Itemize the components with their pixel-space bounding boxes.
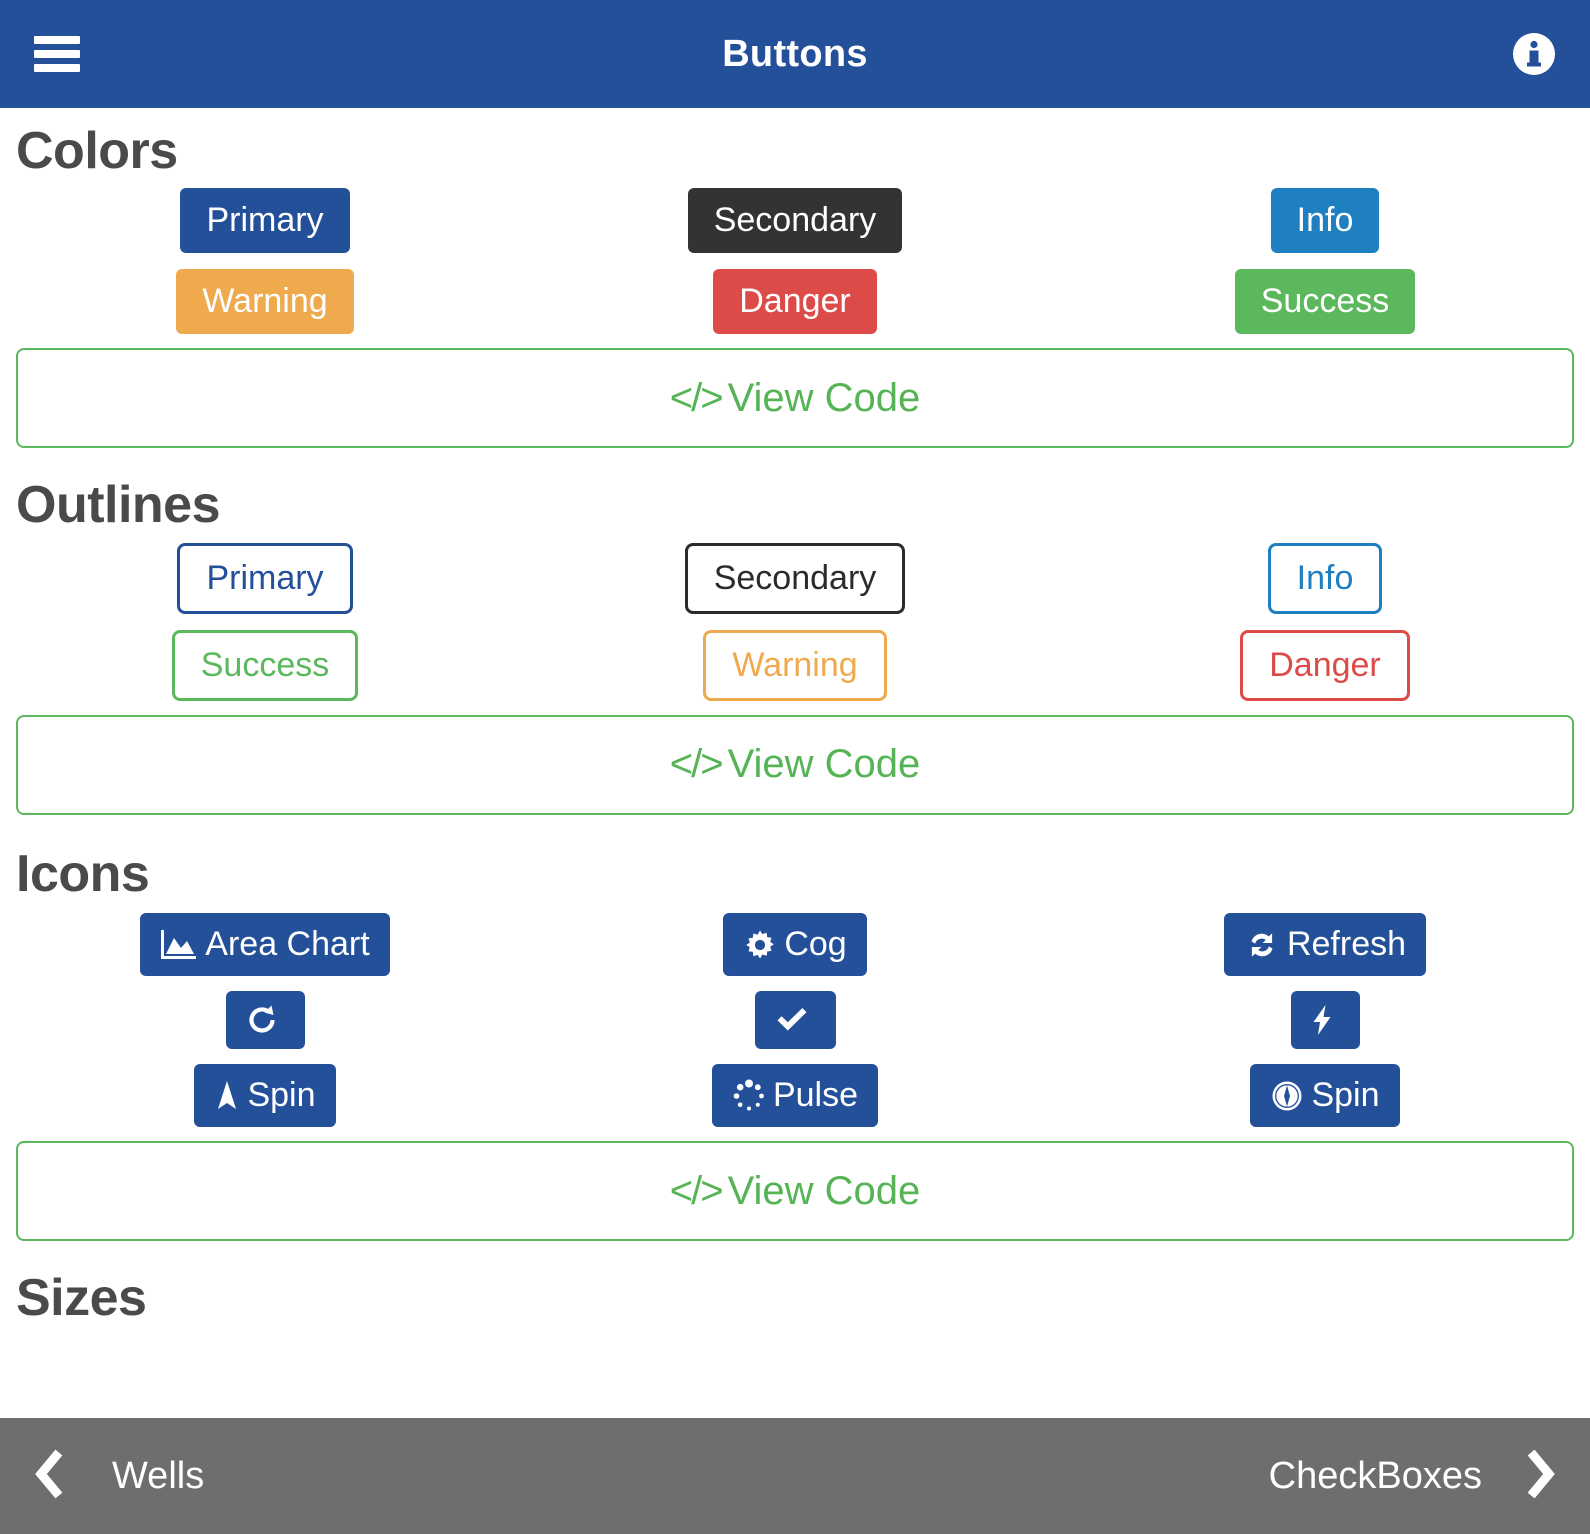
icon-button-redo[interactable] <box>225 991 305 1050</box>
cog-icon <box>743 928 777 962</box>
icons-row-1: Area Chart Cog Refresh <box>0 913 1590 977</box>
outlines-row-1: Primary Secondary Info <box>0 542 1590 614</box>
icon-button-label: Refresh <box>1286 925 1407 964</box>
colors-row-2: Warning Danger Success <box>0 269 1590 335</box>
info-circle-icon[interactable] <box>1512 32 1556 76</box>
check-icon <box>774 1003 810 1037</box>
btn-cell: Spin <box>1060 1064 1590 1128</box>
btn-cell: Pulse <box>530 1064 1060 1128</box>
outline-button-primary[interactable]: Primary <box>177 542 353 614</box>
view-code-label: View Code <box>727 742 921 787</box>
area-chart-icon <box>160 928 198 962</box>
btn-cell: Info <box>1060 188 1590 254</box>
hamburger-menu-icon[interactable] <box>34 34 80 74</box>
refresh-icon <box>1244 928 1280 962</box>
btn-cell: Success <box>0 629 530 701</box>
btn-cell: Success <box>1060 269 1590 335</box>
icon-button-area-chart[interactable]: Area Chart <box>140 913 390 977</box>
icon-button-bolt[interactable] <box>1290 991 1360 1050</box>
code-icon: </> <box>669 1168 724 1213</box>
btn-cell: Refresh <box>1060 913 1590 977</box>
page-content: Colors Primary Secondary Info Warning Da… <box>0 108 1590 1328</box>
outline-button-secondary[interactable]: Secondary <box>684 542 906 614</box>
btn-cell: Info <box>1060 542 1590 614</box>
view-code-button-colors[interactable]: </> View Code <box>16 348 1574 449</box>
spinner-dots-icon <box>732 1079 766 1113</box>
btn-cell: Primary <box>0 542 530 614</box>
bottom-navigation-bar: Wells CheckBoxes <box>0 1418 1590 1534</box>
btn-cell: Warning <box>530 629 1060 701</box>
colors-row-1: Primary Secondary Info <box>0 188 1590 254</box>
prev-page-button[interactable]: Wells <box>28 1446 204 1507</box>
section-title-colors: Colors <box>16 122 178 180</box>
chevron-left-icon <box>28 1446 68 1507</box>
next-page-label: CheckBoxes <box>1268 1454 1482 1497</box>
btn-cell: Danger <box>530 269 1060 335</box>
next-page-button[interactable]: CheckBoxes <box>1269 1446 1562 1507</box>
icons-row-3: Spin Pulse Spin <box>0 1064 1590 1128</box>
redo-icon <box>245 1003 279 1037</box>
btn-cell: Spin <box>0 1064 530 1128</box>
btn-cell: Warning <box>0 269 530 335</box>
icon-button-label: Area Chart <box>205 925 370 964</box>
color-button-info[interactable]: Info <box>1270 188 1380 254</box>
outline-button-info[interactable]: Info <box>1267 542 1383 614</box>
view-code-label: View Code <box>727 375 921 420</box>
btn-cell: Area Chart <box>0 913 530 977</box>
btn-cell <box>1060 991 1590 1050</box>
app-header: Buttons <box>0 0 1590 108</box>
btn-cell <box>0 991 530 1050</box>
icon-button-pulse[interactable]: Pulse <box>711 1064 879 1128</box>
btn-cell: Danger <box>1060 629 1590 701</box>
btn-cell: Cog <box>530 913 1060 977</box>
icon-button-spin-compass[interactable]: Spin <box>1250 1064 1400 1128</box>
outline-button-warning[interactable]: Warning <box>703 629 887 701</box>
btn-cell: Primary <box>0 188 530 254</box>
code-icon: </> <box>669 375 724 420</box>
page-title: Buttons <box>722 32 868 75</box>
icon-button-label: Cog <box>784 925 847 964</box>
icon-button-check[interactable] <box>754 991 836 1050</box>
outline-button-danger[interactable]: Danger <box>1240 629 1410 701</box>
color-button-warning[interactable]: Warning <box>176 269 354 335</box>
prev-page-label: Wells <box>112 1454 205 1497</box>
view-code-label: View Code <box>727 1168 921 1213</box>
outline-button-success[interactable]: Success <box>171 629 359 701</box>
icon-button-spin-location-arrow[interactable]: Spin <box>194 1064 336 1128</box>
bolt-icon <box>1310 1003 1334 1037</box>
buttons-demo-page: Buttons Colors Primary Secondary Info Wa… <box>0 0 1590 1534</box>
view-code-button-icons[interactable]: </> View Code <box>16 1141 1574 1242</box>
view-code-button-outlines[interactable]: </> View Code <box>16 714 1574 815</box>
btn-cell <box>530 991 1060 1050</box>
section-title-outlines: Outlines <box>16 476 221 535</box>
color-button-secondary[interactable]: Secondary <box>687 188 903 254</box>
code-icon: </> <box>669 742 724 787</box>
icon-button-cog[interactable]: Cog <box>723 913 867 977</box>
section-title-icons: Icons <box>16 844 150 903</box>
chevron-right-icon <box>1522 1446 1562 1507</box>
outlines-row-2: Success Warning Danger <box>0 629 1590 701</box>
color-button-success[interactable]: Success <box>1234 269 1416 335</box>
hamburger-bar <box>34 36 80 44</box>
color-button-primary[interactable]: Primary <box>180 188 350 254</box>
btn-cell: Secondary <box>530 188 1060 254</box>
section-title-sizes: Sizes <box>16 1269 147 1328</box>
btn-cell: Secondary <box>530 542 1060 614</box>
icon-button-label: Spin <box>247 1076 316 1115</box>
hamburger-bar <box>34 64 80 72</box>
compass-icon <box>1270 1079 1304 1113</box>
icon-button-refresh[interactable]: Refresh <box>1223 913 1427 977</box>
icons-row-2 <box>0 991 1590 1050</box>
hamburger-bar <box>34 50 80 58</box>
color-button-danger[interactable]: Danger <box>713 269 877 335</box>
location-arrow-icon <box>214 1079 240 1113</box>
icon-button-label: Pulse <box>772 1076 859 1115</box>
icon-button-label: Spin <box>1311 1076 1380 1115</box>
